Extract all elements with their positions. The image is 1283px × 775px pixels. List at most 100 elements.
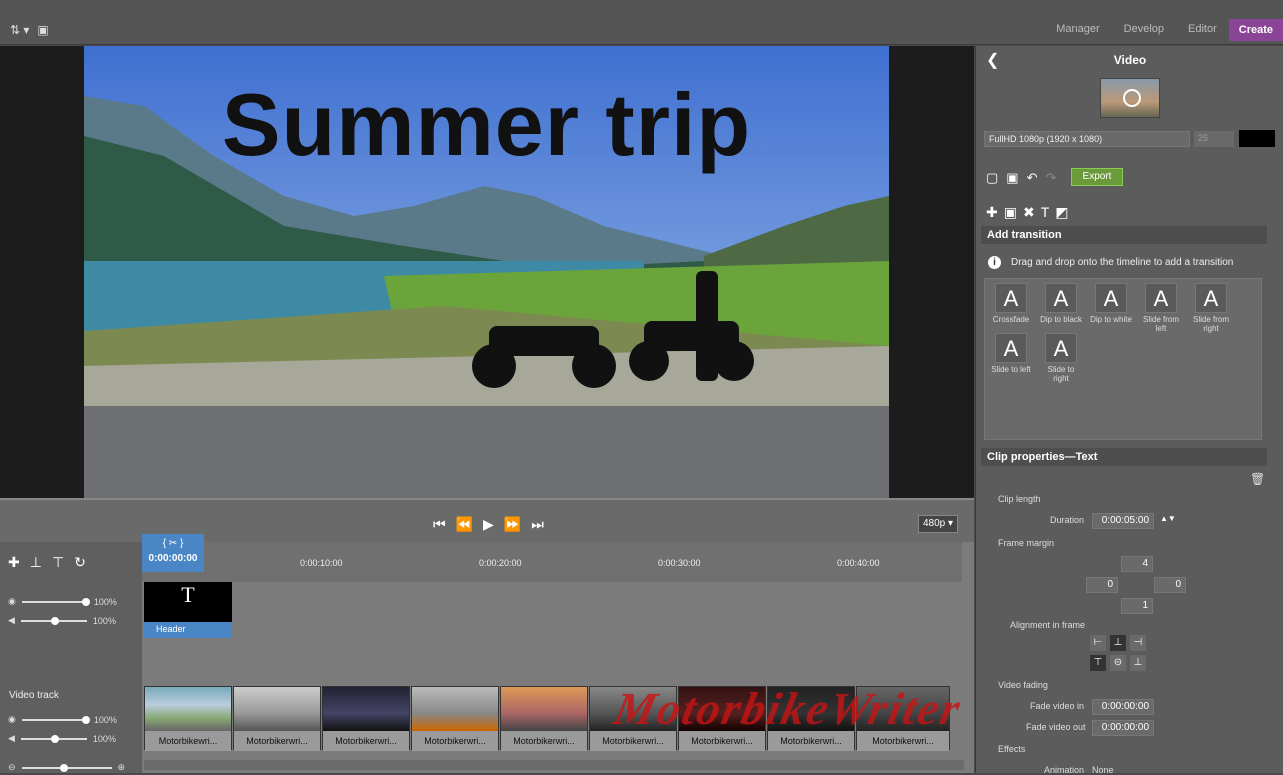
video-clip[interactable]: Motorbikerwri...: [589, 686, 677, 751]
toolbar-icons: ⇅ ▾ ▣: [10, 23, 49, 37]
video-clip[interactable]: Motorbikerwri...: [500, 686, 588, 751]
video-clip[interactable]: Motorbikerwri...: [322, 686, 410, 751]
opacity-slider[interactable]: [21, 715, 90, 724]
margin-bottom-field[interactable]: 1: [1121, 598, 1153, 614]
undo-icon[interactable]: ↶: [1027, 170, 1038, 186]
tab-create[interactable]: Create: [1228, 19, 1283, 41]
zoom-out-icon[interactable]: ⊖: [8, 762, 16, 773]
background-color-swatch[interactable]: [1239, 130, 1275, 147]
video-clip[interactable]: Motorbikerwri...: [767, 686, 855, 751]
eye-icon[interactable]: ◉: [8, 596, 16, 607]
go-end-icon[interactable]: ⏭: [531, 516, 544, 533]
fps-select[interactable]: 25: [1194, 131, 1234, 147]
margin-top-field[interactable]: 4: [1121, 556, 1153, 572]
redo-icon[interactable]: ↷: [1046, 170, 1057, 186]
add-folder-icon[interactable]: ▣: [1004, 204, 1017, 221]
fade-out-label: Fade video out: [1026, 722, 1086, 732]
tab-editor[interactable]: Editor: [1176, 19, 1229, 41]
delete-icon[interactable]: ✖: [1023, 204, 1035, 221]
video-fading-label: Video fading: [998, 680, 1048, 690]
track-headers: ✚ ⊥ ⊤ ↻ ◉ 100% ◀ 100% Video track ◉ 100%…: [0, 542, 142, 773]
resolution-select[interactable]: 480p ▾: [918, 515, 958, 533]
volume-value: 100%: [92, 733, 116, 744]
loop-icon[interactable]: ↻: [74, 554, 86, 571]
merge-track-icon[interactable]: ⊤: [52, 554, 64, 571]
transition-dip-to-white[interactable]: A Dip to white: [1089, 283, 1133, 329]
animation-select[interactable]: None: [1092, 765, 1114, 775]
speaker-icon[interactable]: ◀: [8, 733, 15, 744]
timeline: ✚ ⊥ ⊤ ↻ ◉ 100% ◀ 100% Video track ◉ 100%…: [0, 534, 974, 773]
add-icon[interactable]: ✚: [986, 204, 998, 221]
panel-title: Video: [1113, 53, 1147, 67]
add-folder-icon[interactable]: ▣: [37, 23, 48, 37]
tab-manager[interactable]: Manager: [1044, 19, 1111, 41]
align-middle-icon[interactable]: ⊝: [1110, 655, 1126, 671]
duration-stepper[interactable]: ▲▼: [1160, 514, 1176, 523]
cut-icon[interactable]: { ✂ }: [163, 538, 184, 549]
zoom-slider[interactable]: [21, 763, 112, 772]
new-file-icon[interactable]: ▢: [986, 170, 998, 186]
timeline-tools: ✚ ⊥ ⊤ ↻: [8, 554, 86, 571]
transition-dip-to-black[interactable]: A Dip to black: [1039, 283, 1083, 329]
align-right-icon[interactable]: ⊣: [1130, 635, 1146, 651]
split-track-icon[interactable]: ⊥: [30, 554, 42, 571]
margin-left-field[interactable]: 0: [1086, 577, 1118, 593]
video-clip[interactable]: Motorbikewri...: [144, 686, 232, 751]
video-clip[interactable]: Motorbikerwri...: [233, 686, 321, 751]
duration-field[interactable]: 0:00:05:00: [1092, 513, 1154, 529]
module-tabs: Manager Develop Editor Create: [1044, 19, 1283, 41]
play-icon: [1123, 89, 1141, 107]
volume-slider[interactable]: [20, 734, 87, 743]
transition-tool-icon[interactable]: ◩: [1055, 204, 1068, 221]
export-button[interactable]: Export: [1071, 168, 1123, 186]
back-icon[interactable]: ❮: [986, 50, 999, 70]
project-thumbnail[interactable]: [1100, 78, 1160, 118]
speaker-icon[interactable]: ◀: [8, 615, 15, 626]
align-bottom-icon[interactable]: ⊥: [1130, 655, 1146, 671]
time-ruler[interactable]: 0:00:10:00 0:00:20:00 0:00:30:00 0:00:40…: [142, 542, 962, 582]
transition-slide-from-right[interactable]: A Slide from right: [1189, 283, 1233, 333]
trash-icon[interactable]: 🗑: [1250, 472, 1265, 486]
frame-margin-label: Frame margin: [998, 538, 1055, 548]
volume-slider[interactable]: [20, 616, 87, 625]
video-clip[interactable]: Motorbikerwri...: [678, 686, 766, 751]
transition-info: i Drag and drop onto the timeline to add …: [988, 256, 1233, 269]
video-clip[interactable]: Motorbikerwri...: [856, 686, 950, 751]
video-track-label: Video track: [9, 690, 59, 701]
text-clip[interactable]: T Header: [144, 582, 232, 638]
effects-label: Effects: [998, 744, 1026, 754]
go-start-icon[interactable]: ⏮: [433, 516, 446, 533]
play-icon[interactable]: ▶: [483, 516, 494, 533]
transition-slide-to-right[interactable]: A Slide to right: [1039, 333, 1083, 383]
align-left-icon[interactable]: ⊢: [1090, 635, 1106, 651]
tab-develop[interactable]: Develop: [1112, 19, 1176, 41]
text-clip-icon: T: [181, 582, 195, 607]
title-overlay[interactable]: Summer trip: [84, 74, 889, 176]
opacity-slider[interactable]: [21, 597, 90, 606]
eye-icon[interactable]: ◉: [8, 714, 16, 725]
fade-out-field[interactable]: 0:00:00:00: [1092, 720, 1154, 736]
text-tool-icon[interactable]: T: [1041, 204, 1050, 221]
opacity-value: 100%: [93, 596, 117, 607]
sort-icon[interactable]: ⇅ ▾: [10, 23, 29, 37]
transition-slide-from-left[interactable]: A Slide from left: [1139, 283, 1183, 333]
margin-right-field[interactable]: 0: [1154, 577, 1186, 593]
video-clip[interactable]: Motorbikerwri...: [411, 686, 499, 751]
tick-label: 0:00:30:00: [658, 558, 701, 568]
timeline-scrollbar[interactable]: [144, 760, 964, 770]
prev-frame-icon[interactable]: ⏪: [456, 516, 473, 533]
playhead[interactable]: { ✂ } 0:00:00:00: [142, 534, 204, 572]
format-select[interactable]: FullHD 1080p (1920 x 1080): [984, 131, 1190, 147]
zoom-in-icon[interactable]: ⊕: [118, 762, 126, 773]
align-top-icon[interactable]: ⊤: [1090, 655, 1106, 671]
volume-value: 100%: [92, 615, 116, 626]
duration-label: Duration: [1050, 515, 1085, 525]
fade-in-field[interactable]: 0:00:00:00: [1092, 699, 1154, 715]
next-frame-icon[interactable]: ⏩: [504, 516, 521, 533]
preview-frame: Summer trip: [84, 46, 889, 498]
transition-slide-to-left[interactable]: A Slide to left: [989, 333, 1033, 379]
add-icon[interactable]: ✚: [8, 554, 20, 571]
transition-crossfade[interactable]: A Crossfade: [989, 283, 1033, 329]
align-center-icon[interactable]: ⊥: [1110, 635, 1126, 651]
save-icon[interactable]: ▣: [1006, 170, 1018, 186]
